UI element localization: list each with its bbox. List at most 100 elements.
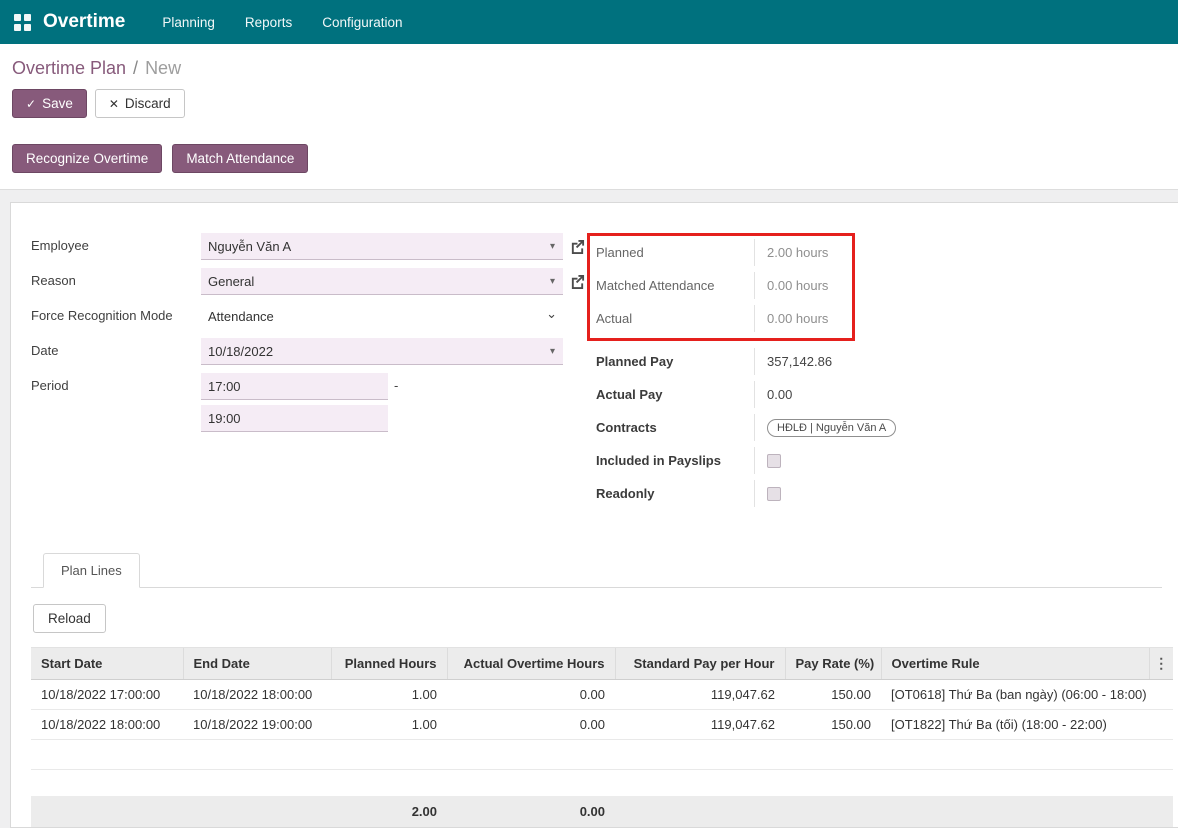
included-in-payslips-value xyxy=(754,447,1162,474)
external-link-icon[interactable] xyxy=(570,274,585,289)
period-to-row xyxy=(201,405,398,432)
cell-start-date[interactable]: 10/18/2022 17:00:00 xyxy=(31,680,183,710)
plan-lines-table: Start Date End Date Planned Hours Actual… xyxy=(31,647,1173,827)
field-force-recognition-mode: Force Recognition Mode Attendance ⌄ xyxy=(31,303,596,330)
field-contracts: Contracts HĐLĐ | Nguyễn Văn A xyxy=(596,414,1162,441)
readonly-checkbox[interactable] xyxy=(767,487,781,501)
apps-menu-icon[interactable] xyxy=(14,14,31,31)
col-actual-overtime-hours[interactable]: Actual Overtime Hours xyxy=(447,648,615,680)
save-button[interactable]: ✓ Save xyxy=(12,89,87,118)
actual-pay-label: Actual Pay xyxy=(596,387,754,402)
field-planned: Planned 2.00 hours xyxy=(596,239,852,266)
cell-options xyxy=(1149,680,1173,710)
tab-plan-lines[interactable]: Plan Lines xyxy=(43,553,140,588)
cell-standard-pay[interactable]: 119,047.62 xyxy=(615,710,785,740)
external-link-icon[interactable] xyxy=(570,239,585,254)
field-included-in-payslips: Included in Payslips xyxy=(596,447,1162,474)
col-end-date[interactable]: End Date xyxy=(183,648,331,680)
readonly-value xyxy=(754,480,1162,507)
dropdown-caret-icon[interactable]: ▾ xyxy=(550,276,555,287)
form-left-column: Employee ▾ Reason ▾ xyxy=(31,233,596,513)
apps-square xyxy=(14,14,21,21)
footer-spacer xyxy=(31,770,1173,796)
col-planned-hours[interactable]: Planned Hours xyxy=(331,648,447,680)
contract-badge[interactable]: HĐLĐ | Nguyễn Văn A xyxy=(767,419,896,437)
cell-actual-overtime-hours[interactable]: 0.00 xyxy=(447,680,615,710)
col-overtime-rule[interactable]: Overtime Rule xyxy=(881,648,1149,680)
cell-planned-hours[interactable]: 1.00 xyxy=(331,710,447,740)
app-name[interactable]: Overtime xyxy=(43,11,125,33)
chevron-down-icon: ⌄ xyxy=(546,306,557,322)
cell-pay-rate[interactable]: 150.00 xyxy=(785,710,881,740)
cell-end-date[interactable]: 10/18/2022 18:00:00 xyxy=(183,680,331,710)
table-row[interactable]: 10/18/2022 17:00:00 10/18/2022 18:00:00 … xyxy=(31,680,1173,710)
recognize-overtime-button[interactable]: Recognize Overtime xyxy=(12,144,162,173)
dropdown-caret-icon[interactable]: ▾ xyxy=(550,241,555,252)
field-period: Period - xyxy=(31,373,596,432)
reason-input[interactable] xyxy=(201,268,563,295)
planned-value: 2.00 hours xyxy=(754,239,852,266)
planned-label: Planned xyxy=(596,245,754,260)
actual-value: 0.00 hours xyxy=(754,305,852,332)
table-empty-row[interactable] xyxy=(31,740,1173,770)
reason-many2one: ▾ xyxy=(201,268,585,295)
apps-square xyxy=(24,24,31,31)
cell-overtime-rule[interactable]: [OT1822] Thứ Ba (tối) (18:00 - 22:00) xyxy=(881,710,1149,740)
totals-row: 2.00 0.00 xyxy=(31,796,1173,827)
cell-standard-pay[interactable]: 119,047.62 xyxy=(615,680,785,710)
cross-icon: ✕ xyxy=(109,97,119,111)
reload-button[interactable]: Reload xyxy=(33,604,106,633)
period-from-input[interactable] xyxy=(201,373,388,400)
col-standard-pay-per-hour[interactable]: Standard Pay per Hour xyxy=(615,648,785,680)
top-navbar: Overtime Planning Reports Configuration xyxy=(0,0,1178,44)
period-separator: - xyxy=(394,373,398,400)
matched-attendance-label: Matched Attendance xyxy=(596,278,754,293)
cell-start-date[interactable]: 10/18/2022 18:00:00 xyxy=(31,710,183,740)
menu-reports[interactable]: Reports xyxy=(230,2,307,43)
col-start-date[interactable]: Start Date xyxy=(31,648,183,680)
apps-square xyxy=(14,24,21,31)
column-options-icon[interactable]: ⋮ xyxy=(1149,648,1173,680)
cell-pay-rate[interactable]: 150.00 xyxy=(785,680,881,710)
form-view: Employee ▾ Reason ▾ xyxy=(0,190,1178,780)
field-planned-pay: Planned Pay 357,142.86 xyxy=(596,348,1162,375)
force-recognition-mode-select[interactable]: Attendance ⌄ xyxy=(201,303,563,330)
form-fields: Employee ▾ Reason ▾ xyxy=(31,233,1162,513)
cell-planned-hours[interactable]: 1.00 xyxy=(331,680,447,710)
apps-square xyxy=(24,14,31,21)
period-label: Period xyxy=(31,373,201,393)
actual-label: Actual xyxy=(596,311,754,326)
matched-attendance-value: 0.00 hours xyxy=(754,272,852,299)
date-picker: ▾ xyxy=(201,338,563,365)
menu-planning[interactable]: Planning xyxy=(147,2,230,43)
breadcrumb-parent[interactable]: Overtime Plan xyxy=(12,58,126,78)
included-in-payslips-checkbox[interactable] xyxy=(767,454,781,468)
col-pay-rate[interactable]: Pay Rate (%) xyxy=(785,648,881,680)
cell-end-date[interactable]: 10/18/2022 19:00:00 xyxy=(183,710,331,740)
menu-configuration[interactable]: Configuration xyxy=(307,2,417,43)
employee-input[interactable] xyxy=(201,233,563,260)
force-recognition-mode-label: Force Recognition Mode xyxy=(31,303,201,323)
table-row[interactable]: 10/18/2022 18:00:00 10/18/2022 19:00:00 … xyxy=(31,710,1173,740)
plan-lines-header: Start Date End Date Planned Hours Actual… xyxy=(31,648,1173,680)
total-planned-hours: 2.00 xyxy=(331,796,447,827)
period-to-input[interactable] xyxy=(201,405,388,432)
date-input[interactable] xyxy=(201,338,563,365)
dropdown-caret-icon[interactable]: ▾ xyxy=(550,346,555,357)
cell-actual-overtime-hours[interactable]: 0.00 xyxy=(447,710,615,740)
control-panel: Overtime Plan / New ✓ Save ✕ Discard xyxy=(0,44,1178,134)
breadcrumb-separator: / xyxy=(133,58,138,78)
period-from-row: - xyxy=(201,373,398,400)
contracts-label: Contracts xyxy=(596,420,754,435)
breadcrumb-current: New xyxy=(145,58,181,78)
total-actual-overtime-hours: 0.00 xyxy=(447,796,615,827)
discard-button[interactable]: ✕ Discard xyxy=(95,89,185,118)
planned-pay-label: Planned Pay xyxy=(596,354,754,369)
form-sheet: Employee ▾ Reason ▾ xyxy=(10,202,1178,828)
cell-overtime-rule[interactable]: [OT0618] Thứ Ba (ban ngày) (06:00 - 18:0… xyxy=(881,680,1149,710)
match-attendance-button[interactable]: Match Attendance xyxy=(172,144,308,173)
period-inputs: - xyxy=(201,373,398,432)
notebook-tabs: Plan Lines xyxy=(31,553,1162,588)
field-readonly: Readonly xyxy=(596,480,1162,507)
reason-label: Reason xyxy=(31,268,201,288)
